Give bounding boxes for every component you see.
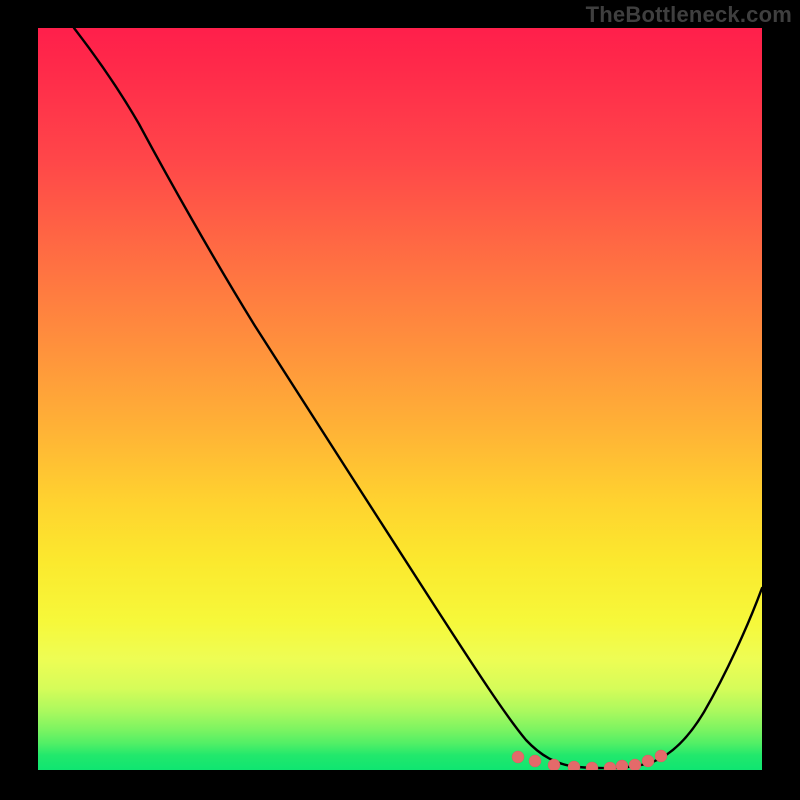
chart-frame: TheBottleneck.com	[0, 0, 800, 800]
bottleneck-curve	[74, 28, 762, 768]
curve-layer	[38, 28, 762, 770]
plot-area	[38, 28, 762, 770]
optimal-range-dots	[512, 750, 667, 770]
watermark-text: TheBottleneck.com	[586, 2, 792, 28]
